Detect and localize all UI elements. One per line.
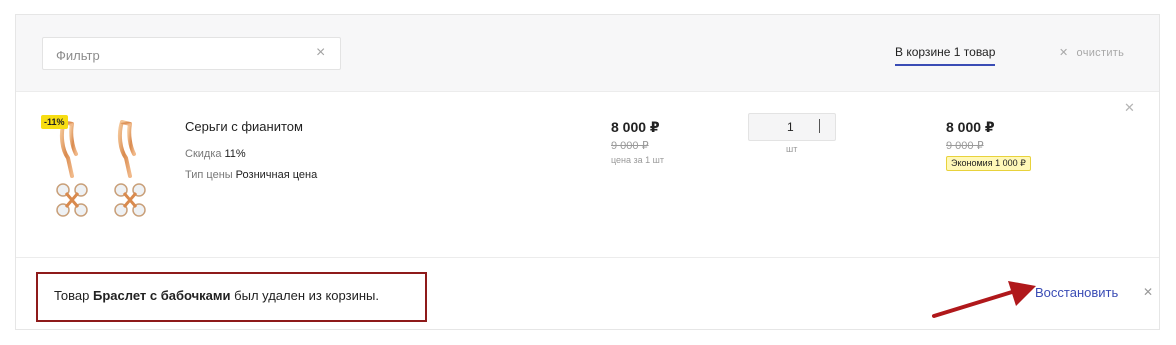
quantity-unit: шт: [786, 144, 798, 154]
annotation-arrow-icon: [932, 281, 1036, 318]
total-old-price: 9 000 ₽: [946, 140, 984, 152]
restore-link[interactable]: Восстановить: [1035, 285, 1118, 300]
cart-header: × В корзине 1 товар ✕ очистить: [16, 15, 1159, 92]
price-type-info: Тип цены Розничная цена: [185, 169, 317, 181]
cart-count-tab[interactable]: В корзине 1 товар: [895, 45, 996, 66]
text-cursor: [819, 119, 820, 133]
removed-notice-text: Товар Браслет с бабочками был удален из …: [54, 288, 379, 303]
unit-price-column: 8 000 ₽ 9 000 ₽ цена за 1 шт: [611, 119, 664, 165]
quantity-stepper[interactable]: 1: [748, 113, 836, 141]
discount-info: Скидка 11%: [185, 148, 246, 160]
filter-field[interactable]: ×: [42, 37, 341, 70]
filter-input[interactable]: [54, 44, 308, 66]
dismiss-notice-close-icon[interactable]: ✕: [1143, 285, 1153, 299]
removed-notice-prefix: Товар: [54, 288, 90, 303]
removed-notice-highlight: Товар Браслет с бабочками был удален из …: [36, 272, 427, 322]
unit-old-price: 9 000 ₽: [611, 140, 649, 152]
discount-value: 11%: [224, 148, 246, 160]
total-price-column: 8 000 ₽ 9 000 ₽ Экономия 1 000 ₽: [946, 119, 1031, 171]
cart-item: -11% Серьги с фианитом Скидка 11% Тип цен…: [16, 92, 1159, 258]
product-image[interactable]: [50, 114, 150, 232]
clear-cart-button[interactable]: ✕ очистить: [1059, 46, 1124, 59]
remove-item-close-icon[interactable]: ✕: [1124, 100, 1135, 116]
price-type-value: Розничная цена: [235, 169, 318, 181]
total-price: 8 000 ₽: [946, 119, 995, 135]
discount-badge: -11%: [41, 115, 68, 129]
unit-price: 8 000 ₽: [611, 119, 660, 135]
quantity-value[interactable]: 1: [787, 120, 794, 134]
clear-cart-label: очистить: [1076, 47, 1125, 59]
price-type-label: Тип цены: [185, 169, 233, 181]
filter-clear-icon[interactable]: ×: [316, 45, 330, 61]
close-icon: ✕: [1059, 47, 1069, 59]
product-name[interactable]: Серьги с фианитом: [185, 119, 303, 134]
removed-notice-suffix: был удален из корзины.: [234, 288, 379, 303]
unit-price-note: цена за 1 шт: [611, 155, 665, 165]
savings-badge: Экономия 1 000 ₽: [946, 156, 1031, 171]
discount-label: Скидка: [185, 148, 222, 160]
removed-product-name: Браслет с бабочками: [93, 288, 231, 303]
